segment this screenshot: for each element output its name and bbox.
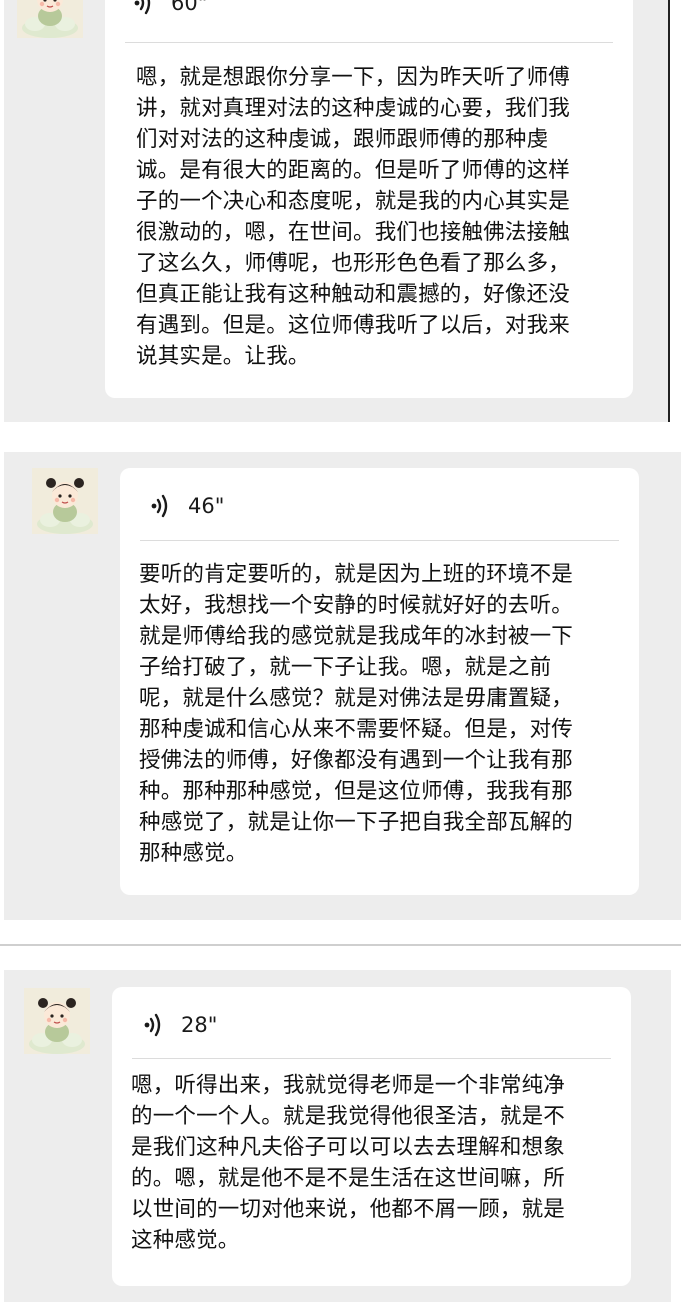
cartoon-girl-avatar-icon (24, 988, 90, 1054)
cartoon-girl-avatar-icon (17, 0, 83, 38)
voice-play-row[interactable]: 60" (131, 0, 207, 16)
voice-wave-icon (134, 0, 151, 15)
bubble-divider (132, 1058, 611, 1059)
voice-wave-icon (151, 494, 168, 518)
avatar[interactable] (24, 988, 90, 1054)
voice-duration: 46" (188, 494, 225, 518)
voice-transcript: 要听的肯定要听的，就是因为上班的环境不是 太好，我想找一个安静的时候就好好的去听… (139, 562, 574, 866)
voice-wave-icon (144, 1013, 161, 1037)
voice-message-bubble[interactable]: 28" 嗯，听得出来，我就觉得老师是一个非常纯净 的一个一个人。就是我觉得他很圣… (112, 987, 631, 1286)
avatar[interactable] (17, 0, 83, 38)
section-separator (0, 944, 681, 946)
voice-play-row[interactable]: 46" (148, 493, 224, 519)
voice-play-row[interactable]: 28" (141, 1012, 217, 1038)
bubble-divider (140, 540, 619, 541)
voice-message-bubble[interactable]: 60" 嗯，就是想跟你分享一下，因为昨天听了师傅 讲，就对真理对法的这种虔诚的心… (105, 0, 633, 398)
cartoon-girl-avatar-icon (32, 468, 98, 534)
window-edge-line (668, 0, 670, 422)
voice-transcript: 嗯，听得出来，我就觉得老师是一个非常纯净 的一个一个人。就是我觉得他很圣洁，就是… (131, 1073, 566, 1253)
voice-transcript: 嗯，就是想跟你分享一下，因为昨天听了师傅 讲，就对真理对法的这种虔诚的心要，我们… (136, 65, 571, 369)
voice-duration: 60" (171, 0, 208, 15)
bubble-divider (125, 42, 613, 43)
voice-duration: 28" (181, 1013, 218, 1037)
avatar[interactable] (32, 468, 98, 534)
voice-message-bubble[interactable]: 46" 要听的肯定要听的，就是因为上班的环境不是 太好，我想找一个安静的时候就好… (120, 468, 639, 895)
